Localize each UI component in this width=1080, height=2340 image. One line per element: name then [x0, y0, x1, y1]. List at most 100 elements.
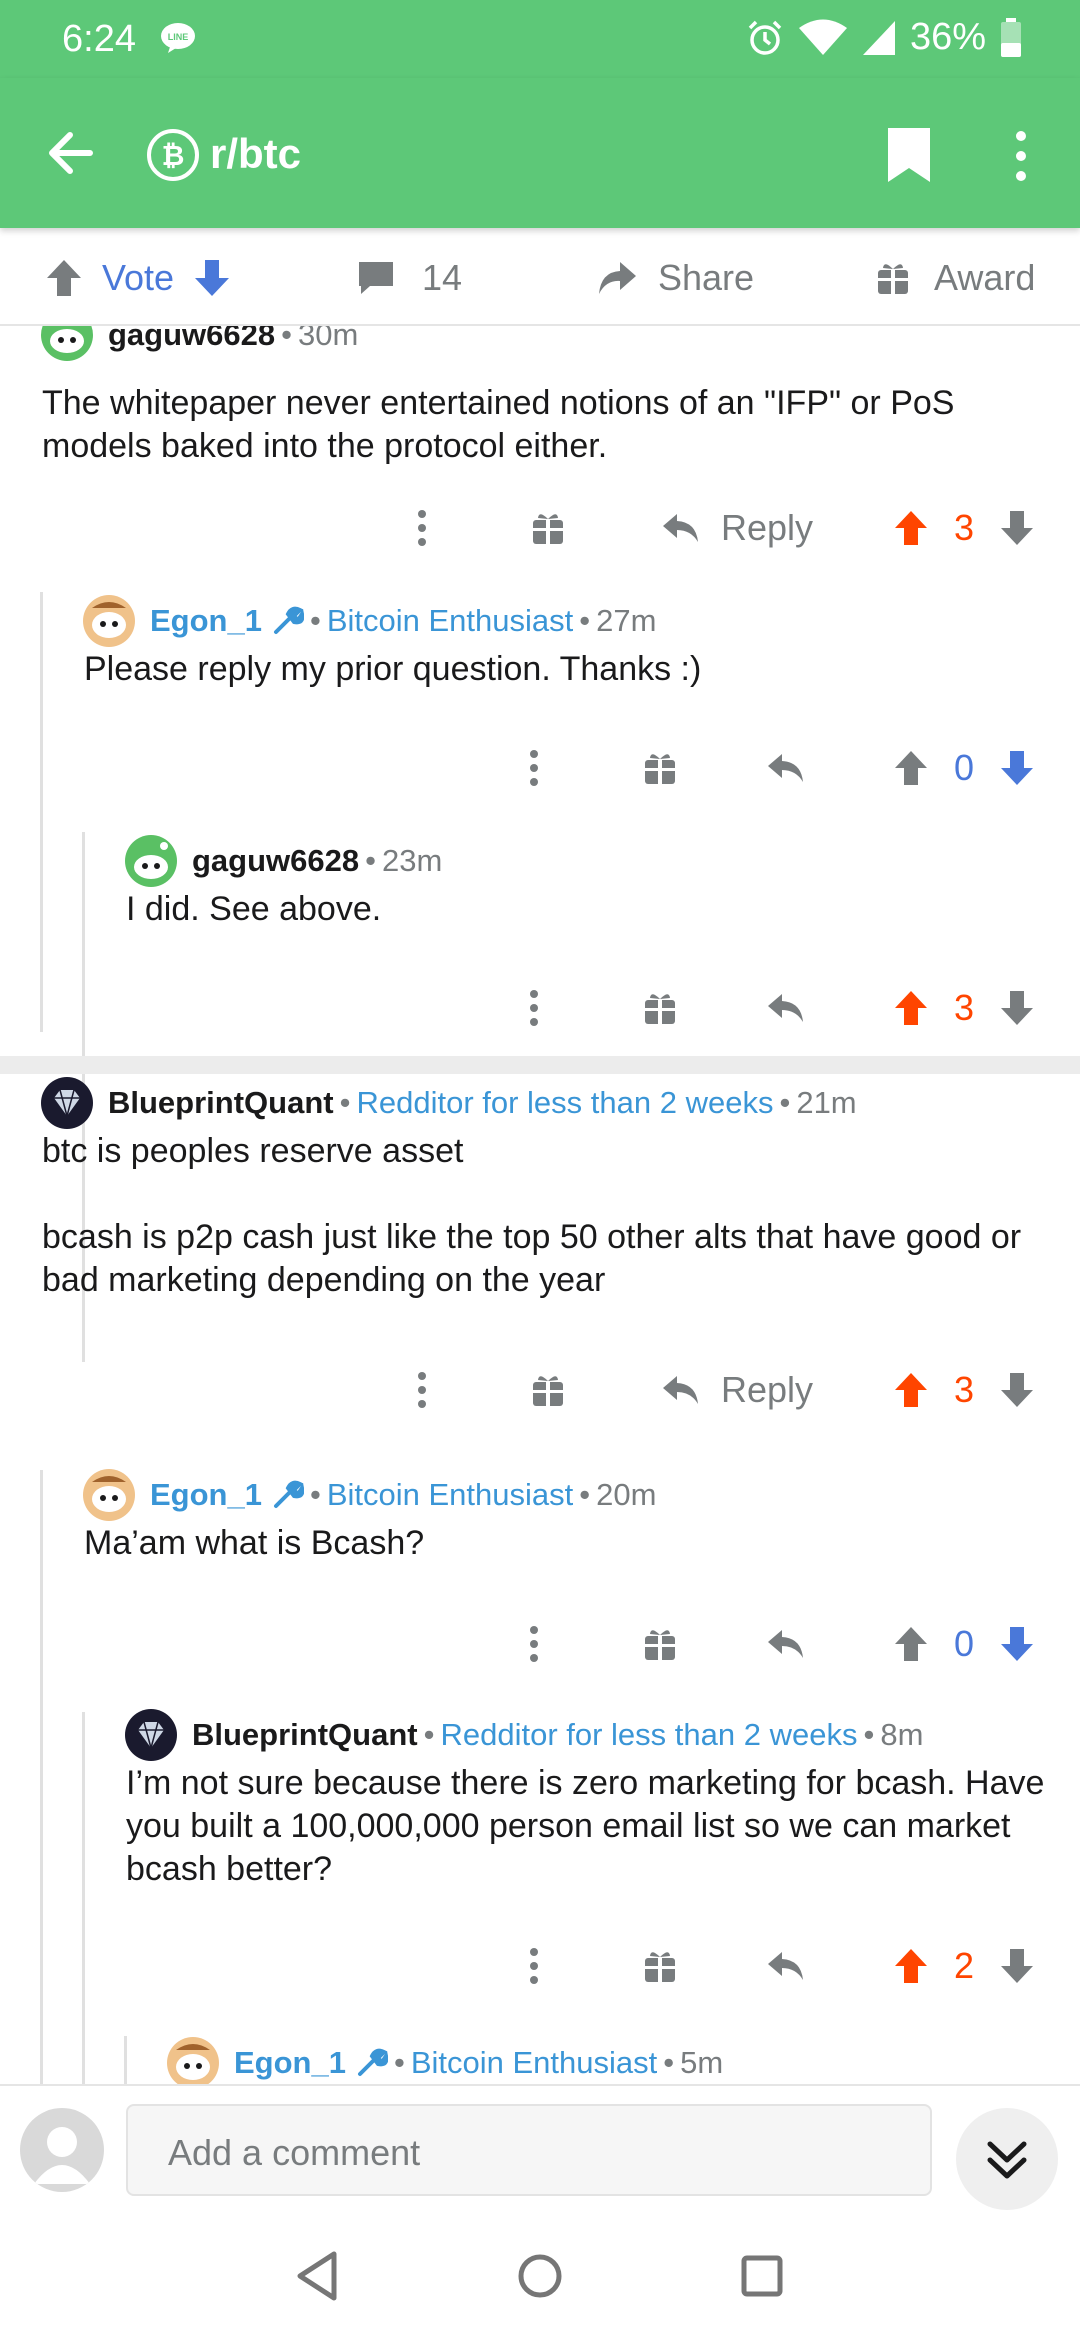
snoo-avatar[interactable]	[166, 2036, 220, 2084]
downvote-button[interactable]	[994, 1614, 1040, 1674]
upvote-arrow-icon[interactable]	[44, 256, 84, 300]
award-button[interactable]: Award	[876, 250, 1035, 306]
share-button[interactable]: Share	[596, 250, 754, 306]
reply-button[interactable]: Reply	[652, 1360, 822, 1420]
separator-dot: •	[281, 326, 292, 352]
comment-body: Ma’am what is Bcash?	[84, 1524, 425, 1562]
more-vertical-icon	[418, 1372, 426, 1408]
upvote-button[interactable]	[888, 1936, 934, 1996]
comment-username[interactable]: gaguw6628	[192, 843, 359, 879]
reply-button[interactable]	[764, 1614, 808, 1674]
add-comment-input[interactable]: Add a comment	[126, 2104, 932, 2196]
reply-label: Reply	[720, 507, 814, 548]
upvote-button[interactable]	[888, 498, 934, 558]
alarm-icon	[748, 20, 782, 55]
gift-icon	[878, 264, 908, 294]
downvote-button[interactable]	[994, 498, 1040, 558]
reply-button[interactable]: Reply	[652, 498, 822, 558]
jump-to-next-comment-button[interactable]	[956, 2108, 1058, 2210]
signal-icon	[862, 20, 895, 55]
separator-dot: •	[579, 603, 591, 638]
gift-icon	[645, 1630, 675, 1660]
comment-composer: Add a comment	[0, 2084, 1080, 2212]
reply-arrow-icon	[662, 514, 698, 542]
comment-more-button[interactable]	[512, 1614, 556, 1674]
downvote-arrow-icon[interactable]	[192, 256, 232, 300]
separator-dot: •	[863, 1717, 875, 1752]
battery-icon	[1001, 17, 1021, 57]
comment-username[interactable]: BlueprintQuant	[108, 1085, 334, 1121]
nav-recents-icon[interactable]	[732, 2246, 792, 2306]
diamond-avatar[interactable]	[40, 1076, 94, 1130]
subreddit-name[interactable]: r/btc	[210, 130, 301, 178]
reply-button[interactable]	[764, 738, 808, 798]
bookmark-icon[interactable]	[884, 126, 934, 184]
gift-icon	[645, 1952, 675, 1982]
upvote-button[interactable]	[888, 738, 934, 798]
downvote-button[interactable]	[994, 978, 1040, 1038]
separator-dot: •	[309, 1477, 321, 1512]
snoo-avatar[interactable]	[82, 594, 136, 648]
double-chevron-down-icon	[987, 2141, 1027, 2179]
comment-username[interactable]: Egon_1	[234, 2045, 346, 2081]
downvote-button[interactable]	[994, 1936, 1040, 1996]
gift-icon	[645, 754, 675, 784]
comment-award-button[interactable]	[526, 1360, 570, 1420]
user-avatar[interactable]	[20, 2108, 104, 2192]
comments-count-button[interactable]: 14	[356, 250, 462, 306]
user-flair: Redditor for less than 2 weeks	[356, 1085, 774, 1120]
upvote-button[interactable]	[888, 978, 934, 1038]
comment-body: I did. See above.	[126, 890, 382, 928]
share-arrow-icon	[599, 262, 636, 294]
comment-award-button[interactable]	[638, 1936, 682, 1996]
separator-dot: •	[309, 603, 321, 638]
reply-button[interactable]	[764, 1936, 808, 1996]
vote-label: Vote	[102, 257, 175, 298]
back-arrow-icon[interactable]	[42, 123, 102, 183]
comment-more-button[interactable]	[400, 498, 444, 558]
more-vertical-icon	[530, 1948, 538, 1984]
user-flair: Redditor for less than 2 weeks	[440, 1717, 858, 1752]
upvote-button[interactable]	[888, 1360, 934, 1420]
comment-username[interactable]: Egon_1	[150, 1477, 262, 1513]
comment-award-button[interactable]	[638, 978, 682, 1038]
comment: gaguw6628 • 23m I did. See above. 3	[0, 832, 1080, 1072]
upvote-arrow-icon	[895, 511, 927, 545]
comment-award-button[interactable]	[638, 1614, 682, 1674]
post-action-bar: Vote 14 Share Award	[0, 228, 1080, 326]
svg-text:LINE: LINE	[168, 32, 189, 42]
snoo-avatar[interactable]	[82, 1468, 136, 1522]
comment-more-button[interactable]	[512, 738, 556, 798]
comment-body: btc is peoples reserve asset bcash is p2…	[42, 1132, 1022, 1299]
diamond-avatar[interactable]	[124, 1708, 178, 1762]
separator-dot: •	[579, 1477, 591, 1512]
comment-thread: gaguw6628 • 30m The whitepaper never ent…	[0, 326, 1080, 2084]
separator-dot: •	[779, 1085, 791, 1120]
more-options-icon[interactable]	[1006, 126, 1036, 186]
comment-score: 0	[953, 747, 975, 788]
status-bar: 6:24 LINE 36%	[0, 0, 1080, 78]
comment-award-button[interactable]	[526, 498, 570, 558]
comment: BlueprintQuant • Redditor for less than …	[0, 1074, 1080, 1454]
nav-back-icon[interactable]	[290, 2246, 350, 2306]
comment-username[interactable]: gaguw6628	[108, 326, 275, 353]
reply-button[interactable]	[764, 978, 808, 1038]
downvote-button[interactable]	[994, 738, 1040, 798]
upvote-button[interactable]	[888, 1614, 934, 1674]
comment-score: 3	[953, 987, 975, 1028]
separator-dot: •	[663, 2045, 675, 2080]
downvote-button[interactable]	[994, 1360, 1040, 1420]
comment-more-button[interactable]	[512, 1936, 556, 1996]
snoo-avatar[interactable]	[40, 326, 94, 362]
comment-more-button[interactable]	[400, 1360, 444, 1420]
comment-award-button[interactable]	[638, 738, 682, 798]
thread-separator	[0, 1056, 1080, 1074]
comment-more-button[interactable]	[512, 978, 556, 1038]
downvote-arrow-icon	[1001, 1627, 1033, 1661]
reply-arrow-icon	[662, 1376, 698, 1404]
comment-username[interactable]: BlueprintQuant	[192, 1717, 418, 1753]
comment-username[interactable]: Egon_1	[150, 603, 262, 639]
snoo-avatar[interactable]	[124, 834, 178, 888]
reply-arrow-icon	[768, 754, 803, 782]
nav-home-icon[interactable]	[510, 2246, 570, 2306]
